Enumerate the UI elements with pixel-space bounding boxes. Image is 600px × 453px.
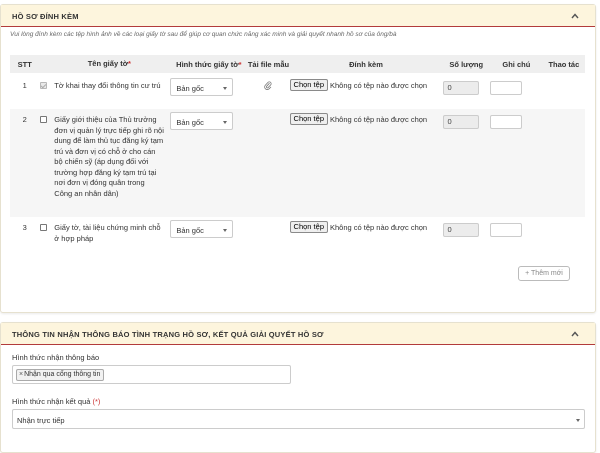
file-input: Chọn tệp Không có tệp nào được chọn (289, 113, 443, 125)
col-check (39, 55, 55, 73)
form-select-value: Bản gốc (176, 118, 204, 127)
file-input: Chọn tệp Không có tệp nào được chọn (289, 221, 443, 233)
form-select[interactable]: Bản gốc (170, 220, 234, 238)
row-template-cell (247, 217, 289, 257)
result-method-select[interactable]: Nhận trực tiếp (12, 409, 585, 429)
row-form-cell: Bản gốc (170, 73, 247, 109)
result-method-label-text: Hình thức nhận kết quả (12, 397, 91, 406)
quantity-field: 0 (442, 223, 479, 237)
row-name: Giấy giới thiệu của Thủ trưởng đơn vị qu… (54, 109, 171, 217)
row-check-cell (39, 109, 55, 217)
required-mark: * (128, 58, 131, 68)
chevron-up-icon[interactable] (571, 12, 579, 20)
required-mark: (*) (92, 397, 101, 406)
row-check-cell (39, 73, 55, 109)
table-header-row: STT Tên giấy tờ* Hình thức giấy tờ* Tải … (10, 55, 585, 73)
add-new-button[interactable]: + Thêm mới (518, 266, 570, 281)
notify-method-tag-label: Nhận qua cổng thông tin (24, 371, 101, 378)
form-select-value: Bản gốc (176, 84, 204, 93)
row-note-cell (489, 109, 543, 217)
row-action-cell (543, 217, 585, 257)
row-name: Giấy tờ, tài liệu chứng minh chỗ ở hợp p… (54, 223, 161, 243)
required-mark: * (238, 59, 242, 69)
row-qty-cell: 0 (442, 217, 490, 257)
row-stt: 2 (10, 109, 40, 217)
form-select[interactable]: Bản gốc (170, 112, 234, 130)
no-file-text: Không có tệp nào được chọn (330, 222, 428, 232)
notification-panel-title: THÔNG TIN NHẬN THÔNG BÁO TÌNH TRẠNG HỒ S… (12, 330, 324, 339)
caret-down-icon (223, 229, 228, 232)
no-file-text: Không có tệp nào được chọn (330, 114, 428, 124)
note-field[interactable] (489, 81, 522, 95)
row-attach-cell: Chọn tệp Không có tệp nào được chọn (289, 109, 443, 217)
row-attach-cell: Chọn tệp Không có tệp nào được chọn (289, 217, 443, 257)
chevron-up-icon[interactable] (571, 330, 579, 338)
row-template-cell (247, 73, 289, 109)
notify-method-label: Hình thức nhận thông báo (12, 353, 100, 362)
no-file-text: Không có tệp nào được chọn (330, 80, 428, 90)
table-row: 2 Giấy giới thiệu của Thủ trưởng đơn vị … (10, 109, 585, 217)
attachments-hint: Vui lòng đính kèm các tệp hình ảnh về cá… (10, 31, 397, 38)
row-form-cell: Bản gốc (170, 109, 248, 217)
choose-file-button[interactable]: Chọn tệp (289, 79, 328, 91)
notify-method-tag: ×Nhận qua cổng thông tin (16, 369, 105, 381)
attachments-panel-header[interactable]: HỒ SƠ ĐÍNH KÈM (1, 5, 595, 27)
row-name: Tờ khai thay đổi thông tin cư trú (54, 81, 161, 90)
col-action: Thao tác (542, 55, 585, 73)
choose-file-button[interactable]: Chọn tệp (289, 113, 328, 125)
row-form-cell: Bản gốc (170, 217, 247, 257)
attachments-table: STT Tên giấy tờ* Hình thức giấy tờ* Tải … (10, 55, 585, 257)
row-check-cell (39, 217, 55, 257)
row-attach-cell: Chọn tệp Không có tệp nào được chọn (289, 73, 443, 109)
table-row: 3 Giấy tờ, tài liệu chứng minh chỗ ở hợp… (10, 217, 585, 257)
result-method-value: Nhận trực tiếp (17, 416, 65, 425)
row-note-cell (489, 73, 543, 109)
notification-panel-header[interactable]: THÔNG TIN NHẬN THÔNG BÁO TÌNH TRẠNG HỒ S… (1, 323, 595, 345)
tag-remove-icon[interactable]: × (19, 371, 23, 378)
file-input: Chọn tệp Không có tệp nào được chọn (289, 79, 443, 91)
paperclip-icon[interactable] (264, 81, 272, 90)
row-stt: 1 (22, 81, 27, 90)
result-method-label: Hình thức nhận kết quả (*) (12, 397, 100, 406)
col-template: Tải file mẫu (247, 55, 290, 73)
form-select-value: Bản gốc (176, 226, 204, 235)
table-row: 1 Tờ khai thay đổi thông tin cư trú Bản … (10, 73, 585, 109)
notification-panel: THÔNG TIN NHẬN THÔNG BÁO TÌNH TRẠNG HỒ S… (0, 322, 596, 453)
note-field[interactable] (489, 223, 522, 237)
caret-down-icon (576, 419, 580, 422)
row-qty-cell: 0 (442, 109, 490, 217)
col-form: Hình thức giấy tờ* (170, 55, 248, 73)
col-stt: STT (10, 55, 40, 73)
col-form-label: Hình thức giấy tờ (176, 59, 239, 69)
row-checkbox[interactable] (39, 116, 47, 123)
col-name-label: Tên giấy tờ (87, 58, 129, 68)
col-attach: Đính kèm (289, 55, 443, 73)
row-action-cell (542, 109, 585, 217)
col-name: Tên giấy tờ* (54, 55, 171, 73)
attachments-panel-title: HỒ SƠ ĐÍNH KÈM (12, 12, 79, 21)
row-note-cell (489, 217, 543, 257)
col-qty: Số lượng (442, 55, 490, 73)
form-select[interactable]: Bản gốc (170, 78, 234, 96)
quantity-field: 0 (442, 115, 479, 129)
row-checkbox (39, 82, 47, 89)
row-template-cell (247, 109, 290, 217)
row-action-cell (543, 73, 585, 109)
row-qty-cell: 0 (442, 73, 490, 109)
choose-file-button[interactable]: Chọn tệp (289, 221, 328, 233)
note-field[interactable] (489, 115, 522, 129)
col-note: Ghi chú (489, 55, 543, 73)
notify-method-input[interactable]: ×Nhận qua cổng thông tin (12, 365, 291, 384)
caret-down-icon (223, 87, 228, 90)
row-checkbox[interactable] (39, 224, 47, 231)
quantity-field: 0 (442, 81, 479, 95)
caret-down-icon (223, 121, 228, 124)
row-stt: 3 (22, 223, 27, 232)
